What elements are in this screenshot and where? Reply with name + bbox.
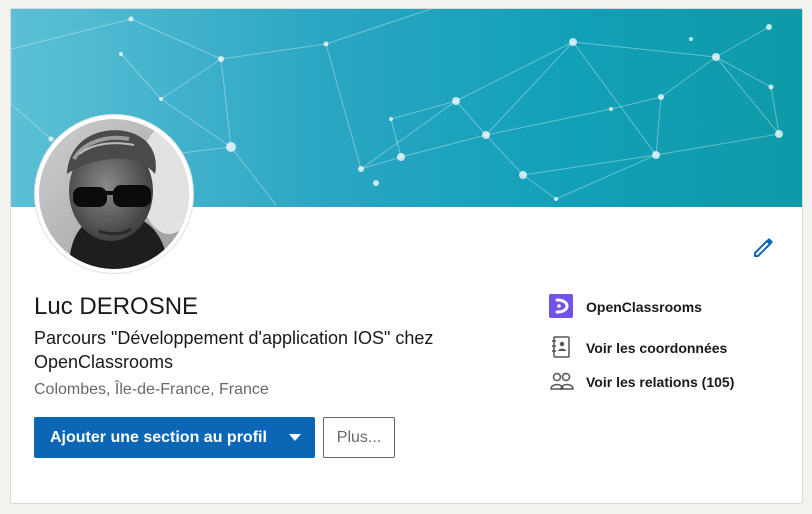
profile-avatar[interactable]	[35, 115, 193, 273]
edit-profile-button[interactable]	[749, 233, 777, 261]
more-button[interactable]: Plus...	[323, 417, 395, 458]
add-profile-section-label: Ajouter une section au profil	[50, 429, 267, 446]
relations-link[interactable]: Voir les relations (105)	[549, 369, 789, 395]
profile-location: Colombes, Île-de-France, France	[34, 381, 269, 398]
openclassrooms-logo-icon	[549, 294, 575, 320]
company-label: OpenClassrooms	[586, 299, 702, 315]
add-profile-section-button[interactable]: Ajouter une section au profil	[34, 417, 315, 458]
caret-down-icon	[289, 434, 301, 441]
profile-headline: Parcours "Développement d'application IO…	[34, 328, 434, 372]
pencil-icon	[754, 238, 773, 257]
company-link[interactable]: OpenClassrooms	[549, 294, 789, 320]
contact-info-label: Voir les coordonnées	[586, 340, 728, 356]
contact-info-link[interactable]: Voir les coordonnées	[549, 335, 789, 361]
address-book-icon	[549, 335, 575, 361]
profile-name: Luc DEROSNE	[34, 293, 199, 320]
relations-label: Voir les relations (105)	[586, 374, 735, 390]
avatar-photo	[39, 119, 189, 269]
people-icon	[549, 369, 575, 395]
profile-card: Luc DEROSNE Parcours "Développement d'ap…	[10, 8, 803, 504]
